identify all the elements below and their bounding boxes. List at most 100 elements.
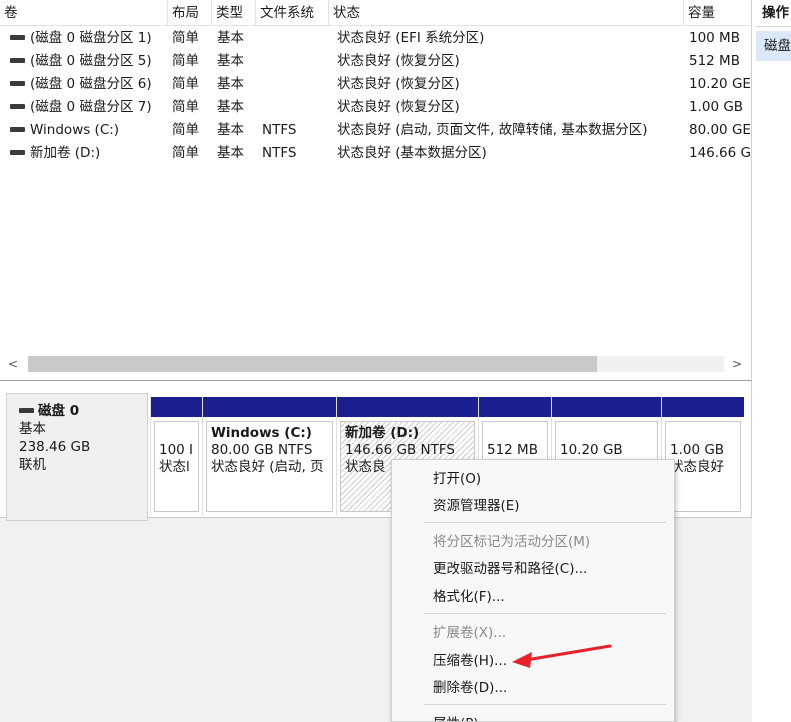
partition-header [203, 397, 336, 417]
menu-item-change-drive-letter[interactable]: 更改驱动器号和路径(C)... [392, 556, 674, 582]
actions-item-disk[interactable]: 磁盘 [756, 31, 791, 61]
partition-header [151, 397, 202, 417]
menu-separator [424, 704, 666, 705]
volume-cell: (磁盘 0 磁盘分区 5) [10, 50, 170, 73]
volume-icon [10, 103, 25, 109]
status-cell: 状态良好 (恢复分区) [337, 53, 460, 69]
filesystem-cell [262, 73, 328, 96]
type-cell: 基本 [217, 53, 244, 69]
capacity-cell: 146.66 G [689, 145, 751, 161]
partition-status: 状态良好 (启动, 页 [211, 459, 324, 475]
partition-header [337, 397, 478, 417]
volume-cell: (磁盘 0 磁盘分区 6) [10, 73, 170, 96]
menu-item-delete-volume[interactable]: 删除卷(D)... [392, 675, 674, 701]
partition-name [487, 425, 547, 442]
filesystem-cell: NTFS [262, 145, 297, 161]
partition-name: Windows (C:) [211, 425, 312, 441]
menu-item-format[interactable]: 格式化(F)... [392, 584, 674, 610]
volume-list-pane: 卷 布局 类型 文件系统 状态 容量 (磁盘 0 磁盘分区 1) 简单 基本 状… [0, 0, 752, 380]
volume-rows: (磁盘 0 磁盘分区 1) 简单 基本 状态良好 (EFI 系统分区) 100 … [0, 27, 751, 165]
partition-block[interactable]: 100 I 状态l [150, 397, 202, 515]
partition-size: 512 MB [487, 442, 538, 458]
table-row[interactable]: (磁盘 0 磁盘分区 6) 简单 基本 状态良好 (恢复分区) 10.20 GE [0, 73, 751, 96]
partition-size: 146.66 GB NTFS [345, 442, 455, 458]
volume-name: (磁盘 0 磁盘分区 7) [30, 99, 152, 115]
status-cell: 状态良好 (恢复分区) [337, 76, 460, 92]
menu-item-open[interactable]: 打开(O) [392, 466, 674, 492]
capacity-cell: 1.00 GB [689, 99, 744, 115]
status-cell: 状态良好 (恢复分区) [337, 99, 460, 115]
column-header-capacity[interactable]: 容量 [684, 0, 751, 26]
table-row[interactable]: (磁盘 0 磁盘分区 1) 简单 基本 状态良好 (EFI 系统分区) 100 … [0, 27, 751, 50]
context-menu: 打开(O) 资源管理器(E) 将分区标记为活动分区(M) 更改驱动器号和路径(C… [391, 459, 675, 722]
partition-name [670, 425, 740, 442]
table-row[interactable]: Windows (C:) 简单 基本 NTFS 状态良好 (启动, 页面文件, … [0, 119, 751, 142]
partition-header [662, 397, 744, 417]
disk-name: 磁盘 0 [38, 403, 80, 419]
partition-size: 100 I [159, 442, 194, 458]
table-row[interactable]: (磁盘 0 磁盘分区 7) 简单 基本 状态良好 (恢复分区) 1.00 GB [0, 96, 751, 119]
volume-icon [10, 149, 25, 155]
annotation-arrow-icon [512, 644, 612, 668]
volume-icon [10, 34, 25, 40]
volume-name: Windows (C:) [30, 122, 120, 138]
actions-panel: 操作 磁盘 [756, 0, 791, 722]
status-cell: 状态良好 (EFI 系统分区) [337, 30, 485, 46]
partition-name [159, 425, 198, 442]
layout-cell: 简单 [172, 122, 199, 138]
scroll-thumb[interactable] [28, 356, 597, 372]
disk-status: 联机 [19, 457, 46, 473]
column-header-volume[interactable]: 卷 [0, 0, 168, 26]
partition-size: 80.00 GB NTFS [211, 442, 313, 458]
disk-size: 238.46 GB [19, 439, 91, 455]
type-cell: 基本 [217, 30, 244, 46]
status-cell: 状态良好 (基本数据分区) [337, 145, 487, 161]
filesystem-cell [262, 50, 328, 73]
layout-cell: 简单 [172, 53, 199, 69]
partition-status: 状态良好 [670, 459, 724, 475]
partition-size: 10.20 GB [560, 442, 623, 458]
column-header-layout[interactable]: 布局 [168, 0, 212, 26]
type-cell: 基本 [217, 76, 244, 92]
partition-size: 1.00 GB [670, 442, 725, 458]
capacity-cell: 10.20 GE [689, 76, 751, 92]
horizontal-scrollbar[interactable]: < > [0, 352, 751, 376]
disk-label[interactable]: 磁盘 0 基本 238.46 GB 联机 [6, 393, 148, 521]
column-header-filesystem[interactable]: 文件系统 [256, 0, 329, 26]
capacity-cell: 80.00 GE [689, 122, 751, 138]
menu-item-mark-active[interactable]: 将分区标记为活动分区(M) [392, 529, 674, 555]
capacity-cell: 512 MB [689, 53, 740, 69]
column-header-type[interactable]: 类型 [212, 0, 256, 26]
menu-item-properties[interactable]: 属性(P) [392, 711, 674, 721]
partition-header [552, 397, 661, 417]
scroll-right-button[interactable]: > [726, 352, 748, 376]
layout-cell: 简单 [172, 76, 199, 92]
volume-cell: 新加卷 (D:) [10, 142, 170, 165]
partition-body: Windows (C:) 80.00 GB NTFS 状态良好 (启动, 页 [206, 421, 333, 512]
menu-separator [424, 522, 666, 523]
table-row[interactable]: (磁盘 0 磁盘分区 5) 简单 基本 状态良好 (恢复分区) 512 MB [0, 50, 751, 73]
type-cell: 基本 [217, 122, 244, 138]
partition-header [479, 397, 551, 417]
table-row[interactable]: 新加卷 (D:) 简单 基本 NTFS 状态良好 (基本数据分区) 146.66… [0, 142, 751, 165]
actions-header: 操作 [756, 0, 791, 27]
partition-body: 100 I 状态l [154, 421, 199, 512]
partition-block[interactable]: Windows (C:) 80.00 GB NTFS 状态良好 (启动, 页 [202, 397, 336, 515]
partition-name: 新加卷 (D:) [345, 425, 420, 441]
disk-icon [19, 407, 34, 413]
volume-name: 新加卷 (D:) [30, 145, 101, 161]
partition-status: 状态l [159, 459, 190, 475]
status-cell: 状态良好 (启动, 页面文件, 故障转储, 基本数据分区) [337, 122, 648, 138]
volume-cell: Windows (C:) [10, 119, 170, 142]
volume-icon [10, 80, 25, 86]
volume-cell: (磁盘 0 磁盘分区 7) [10, 96, 170, 119]
menu-item-explorer[interactable]: 资源管理器(E) [392, 493, 674, 519]
volume-name: (磁盘 0 磁盘分区 1) [30, 30, 152, 46]
disk-title: 磁盘 0 [19, 402, 147, 420]
volume-icon [10, 57, 25, 63]
scroll-left-button[interactable]: < [2, 352, 24, 376]
volume-icon [10, 126, 25, 132]
column-header-status[interactable]: 状态 [329, 0, 684, 26]
type-cell: 基本 [217, 99, 244, 115]
partition-name [560, 425, 657, 442]
